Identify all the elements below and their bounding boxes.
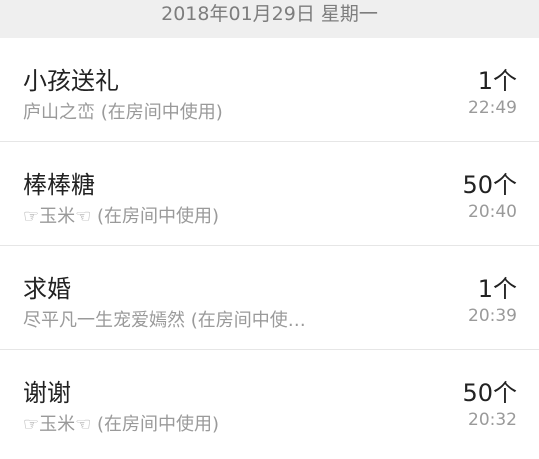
date-header: 2018年01月29日 星期一 xyxy=(0,0,539,38)
gift-record-list: 小孩送礼 庐山之峦 (在房间中使用) 1个 22:49 棒棒糖 ☞玉米☜ (在房… xyxy=(0,38,539,454)
gift-quantity: 1个 xyxy=(477,67,517,95)
gift-quantity: 50个 xyxy=(462,379,517,407)
usage-note: (在房间中使用) xyxy=(97,414,220,435)
list-item[interactable]: 棒棒糖 ☞玉米☜ (在房间中使用) 50个 20:40 xyxy=(0,142,539,246)
sender-name: ☞玉米☜ xyxy=(23,206,92,227)
usage-note: (在房间中使用) xyxy=(100,102,223,123)
gift-subtitle: ☞玉米☜ (在房间中使用) xyxy=(23,202,219,228)
sender-name: ☞玉米☜ xyxy=(23,414,92,435)
gift-time: 20:39 xyxy=(468,306,517,326)
gift-quantity: 1个 xyxy=(477,275,517,303)
sender-name: 尽平凡一生宠爱嫣然 xyxy=(23,310,185,331)
gift-quantity: 50个 xyxy=(462,171,517,199)
gift-time: 22:49 xyxy=(468,98,517,118)
gift-subtitle: 庐山之峦 (在房间中使用) xyxy=(23,98,223,124)
usage-note: (在房间中使用) xyxy=(97,206,220,227)
usage-note: (在房间中使… xyxy=(190,310,306,331)
gift-name: 求婚 xyxy=(23,275,71,303)
list-item[interactable]: 小孩送礼 庐山之峦 (在房间中使用) 1个 22:49 xyxy=(0,38,539,142)
gift-time: 20:40 xyxy=(468,202,517,222)
gift-subtitle: ☞玉米☜ (在房间中使用) xyxy=(23,410,219,436)
gift-name: 棒棒糖 xyxy=(23,171,95,199)
sender-name: 庐山之峦 xyxy=(23,102,95,123)
list-item[interactable]: 求婚 尽平凡一生宠爱嫣然 (在房间中使… 1个 20:39 xyxy=(0,246,539,350)
list-item[interactable]: 谢谢 ☞玉米☜ (在房间中使用) 50个 20:32 xyxy=(0,350,539,454)
gift-time: 20:32 xyxy=(468,410,517,430)
gift-name: 小孩送礼 xyxy=(23,67,119,95)
gift-subtitle: 尽平凡一生宠爱嫣然 (在房间中使… xyxy=(23,306,306,332)
gift-name: 谢谢 xyxy=(23,379,71,407)
